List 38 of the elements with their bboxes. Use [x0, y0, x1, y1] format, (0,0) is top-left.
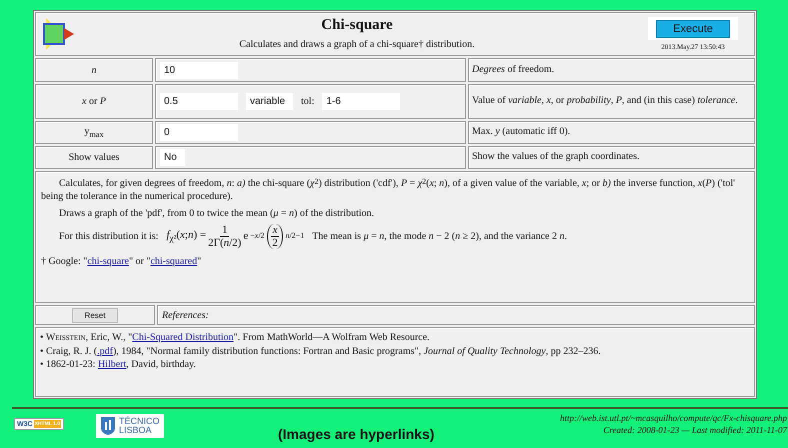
parameter-description: Value of variable, x, or probability, P, and (in this case) tolerance.: [472, 95, 738, 108]
description-paragraph: Calculates, for given degrees of freedom, n: a) the chi-square (χ$^{2}$) distribution ('cdf'), P = χ$^{2}$(x; n), of a given value of the variable, x; or b) the inverse function, x(P) ('tol' being the tolerance in the numerical procedure).: [41, 177, 736, 203]
field-label: tol:: [301, 96, 314, 107]
reference-entry: • Weisstein, Eric, W., "Chi-Squared Distribution". From MathWorld—A Wolfram Web Resource.: [40, 331, 431, 344]
parameter-label: n: [92, 64, 96, 76]
modification-dates: Created: 2008-01-23 — Last modified: 2011-11-07: [602, 424, 787, 436]
input-field[interactable]: 0: [160, 124, 238, 141]
images-note: (Images are hyperlinks): [278, 427, 434, 441]
arrow-logo-icon: [42, 16, 76, 52]
link[interactable]: chi-squared: [150, 256, 198, 268]
parameter-label: Show values: [68, 152, 120, 163]
subtitle: Calculates and draws a graph of a chi-square† distribution.: [239, 39, 475, 50]
link[interactable]: Hilbert: [98, 359, 126, 370]
references-heading: References:: [162, 310, 209, 320]
input-field[interactable]: 10: [160, 62, 238, 78]
dropdown[interactable]: No: [160, 149, 185, 166]
link[interactable]: .pdf: [97, 346, 113, 356]
formula-note: The mean is μ = n, the mode n − 2 (n ≥ 2), and the variance 2 n.: [312, 230, 567, 244]
parameter-label: y$_{max}$: [84, 126, 104, 139]
google-search-line: † Google: "chi-square" or "chi-squared": [41, 255, 202, 268]
input-field[interactable]: 1-6: [322, 93, 400, 110]
parameter-label: x or P: [82, 96, 106, 107]
link[interactable]: chi-square: [87, 256, 129, 268]
school-logo[interactable]: TÉCNICO LISBOA: [96, 414, 164, 438]
reference-entry: • 1862-01-23: Hilbert, David, birthday.: [40, 358, 197, 372]
link[interactable]: Chi-Squared Distribution: [132, 332, 234, 343]
dropdown[interactable]: variable: [246, 93, 294, 110]
execute-button[interactable]: Execute: [656, 20, 730, 38]
parameter-description: Degrees of freedom.: [472, 64, 554, 76]
formula-intro: For this distribution it is:: [59, 230, 158, 244]
description-paragraph: Draws a graph of the 'pdf', from 0 to twice the mean (μ = n) of the distribution.: [58, 207, 376, 220]
input-field[interactable]: 0.5: [160, 93, 238, 110]
parameter-description: Max. y (automatic iff 0).: [472, 126, 570, 139]
reference-entry: • Craig, R. J. (.pdf), 1984, "Normal family distribution functions: Fortran and Basic programs", Journal of Quality Technology, pp 232–236.: [40, 344, 602, 358]
reset-button[interactable]: Reset: [72, 308, 118, 322]
page-url: http://web.ist.utl.pt/~mcasquilho/compute/qc/Fx-chisquare.php: [560, 413, 787, 425]
parameter-description: Show the values of the graph coordinates.: [472, 151, 640, 164]
page-title: Chi-square: [321, 17, 393, 34]
